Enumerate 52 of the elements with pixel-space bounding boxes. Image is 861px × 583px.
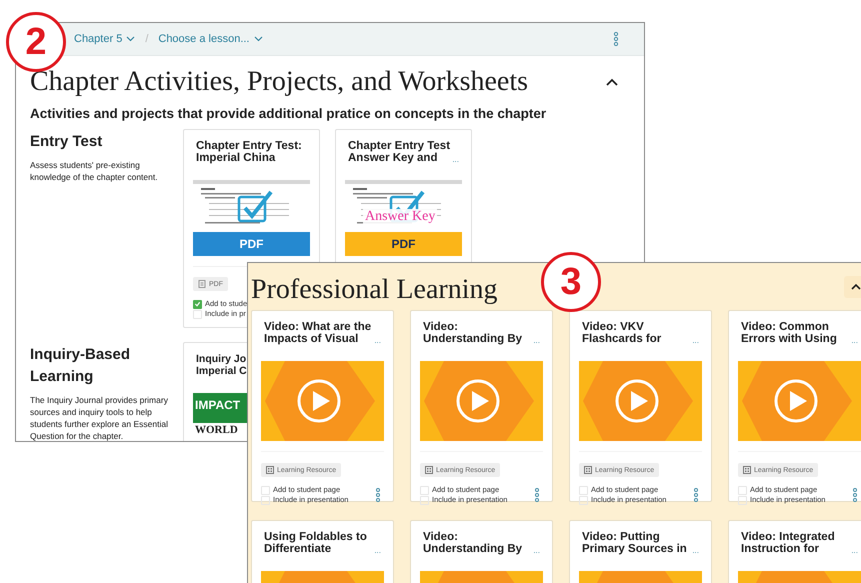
card-title: Chapter Entry Test Answer Key and [348, 140, 450, 164]
pdf-banner: PDF [193, 232, 310, 256]
grid-icon [266, 466, 274, 474]
more-link[interactable]: ... [851, 547, 858, 555]
more-link[interactable]: ... [374, 547, 381, 555]
collapse-caret-icon [851, 283, 861, 290]
more-link[interactable]: ... [851, 337, 858, 345]
video-card[interactable]: Video: Putting Primary Sources in ... [569, 520, 712, 583]
more-options-icon[interactable] [375, 488, 381, 502]
section-subtitle: Activities and projects that provide additional pratice on concepts in the chapter [29, 105, 548, 121]
chevron-down-icon [126, 36, 136, 42]
step-number-badge: 2 [6, 12, 66, 72]
breadcrumb-separator: / [145, 33, 148, 45]
grid-icon [743, 466, 751, 474]
card-title: Inquiry Jo Imperial C [196, 353, 247, 377]
subsection-heading: Inquiry-Based Learning [30, 345, 132, 387]
grid-icon [584, 466, 592, 474]
pdf-banner: PDF [345, 232, 462, 256]
video-card[interactable]: Video: Integrated Instruction for ... [728, 520, 861, 583]
more-link[interactable]: ... [374, 337, 381, 345]
card-title: Using Foldables to Differentiate [264, 531, 367, 555]
breadcrumb-dropdown[interactable]: Choose a lesson... [158, 33, 262, 45]
video-card[interactable]: Using Foldables to Differentiate ... [251, 520, 394, 583]
cover-title: WORLD [195, 424, 239, 436]
more-link[interactable]: ... [452, 156, 459, 164]
more-link[interactable]: ... [533, 547, 540, 555]
subsection-description: The Inquiry Journal provides primary sources and inquiry tools to help students further explore an Essential Question for the chapter. [30, 394, 169, 441]
checkbox[interactable] [193, 300, 202, 308]
card-title: Video: Putting Primary Sources in [582, 531, 687, 555]
grid-icon [425, 466, 433, 474]
more-link[interactable]: ... [533, 337, 540, 345]
cover-title: IMPACT [195, 397, 242, 414]
answer-key-label: Answer Key [363, 209, 438, 224]
collapse-caret-icon[interactable] [606, 78, 618, 86]
more-options-icon[interactable] [534, 488, 540, 502]
more-options-icon[interactable] [852, 488, 858, 502]
more-link[interactable]: ... [692, 547, 699, 555]
card-title: Video: VKV Flashcards for [582, 321, 662, 345]
subsection-description: Assess students' pre-existing knowledge of the chapter content. [30, 159, 159, 183]
more-link[interactable]: ... [692, 337, 699, 345]
more-options-icon[interactable] [613, 32, 619, 46]
card-title: Video: Common Errors with Using [741, 321, 837, 345]
video-card[interactable]: Video: Understanding By ... [410, 520, 553, 583]
chevron-down-icon [254, 36, 262, 42]
breadcrumb-dropdown[interactable]: Chapter 5 [74, 33, 136, 45]
card-title: Video: Understanding By [423, 531, 522, 555]
subsection-heading: Entry Test [30, 132, 104, 152]
card-title: Chapter Entry Test: Imperial China [196, 140, 302, 164]
collapse-button[interactable] [844, 276, 861, 298]
document-icon [198, 280, 206, 288]
more-options-icon[interactable] [693, 488, 699, 502]
card-title: Video: Integrated Instruction for [741, 531, 835, 555]
